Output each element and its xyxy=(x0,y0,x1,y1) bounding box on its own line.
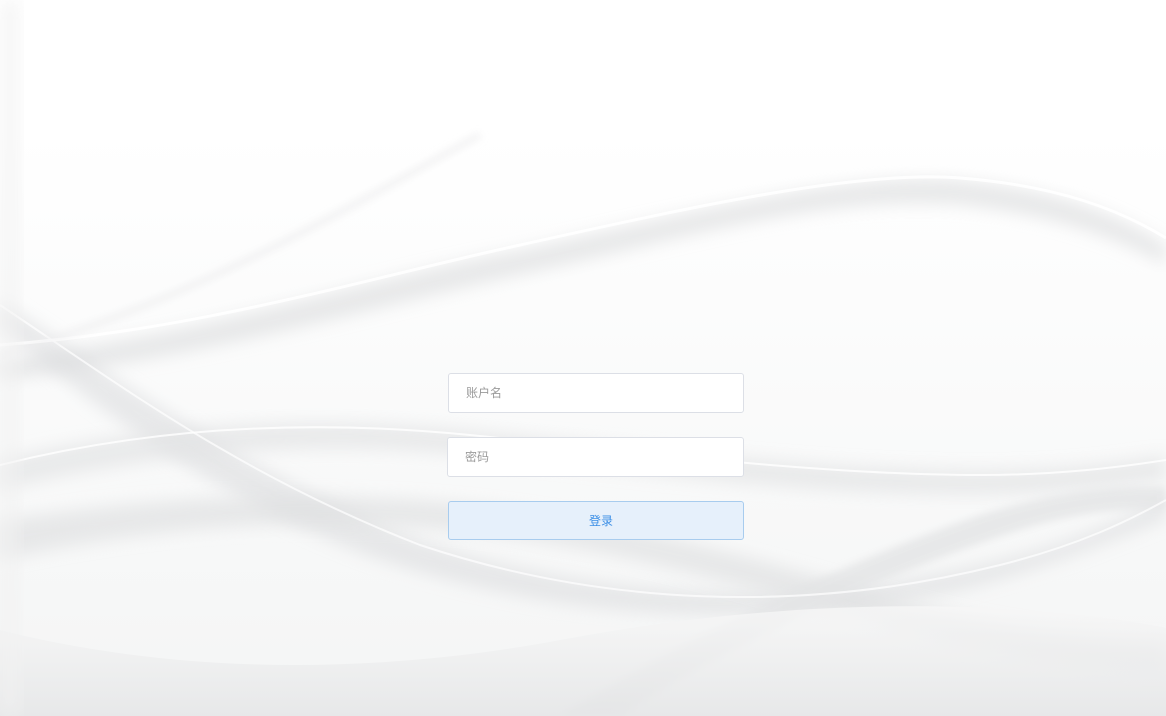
login-form: 登录 xyxy=(447,373,744,540)
wave-background xyxy=(0,0,1166,716)
login-button[interactable]: 登录 xyxy=(448,501,744,540)
login-page: 登录 xyxy=(0,0,1166,716)
password-field xyxy=(447,437,744,477)
username-input[interactable] xyxy=(466,374,743,412)
password-input[interactable] xyxy=(465,438,743,476)
username-field xyxy=(448,373,744,413)
